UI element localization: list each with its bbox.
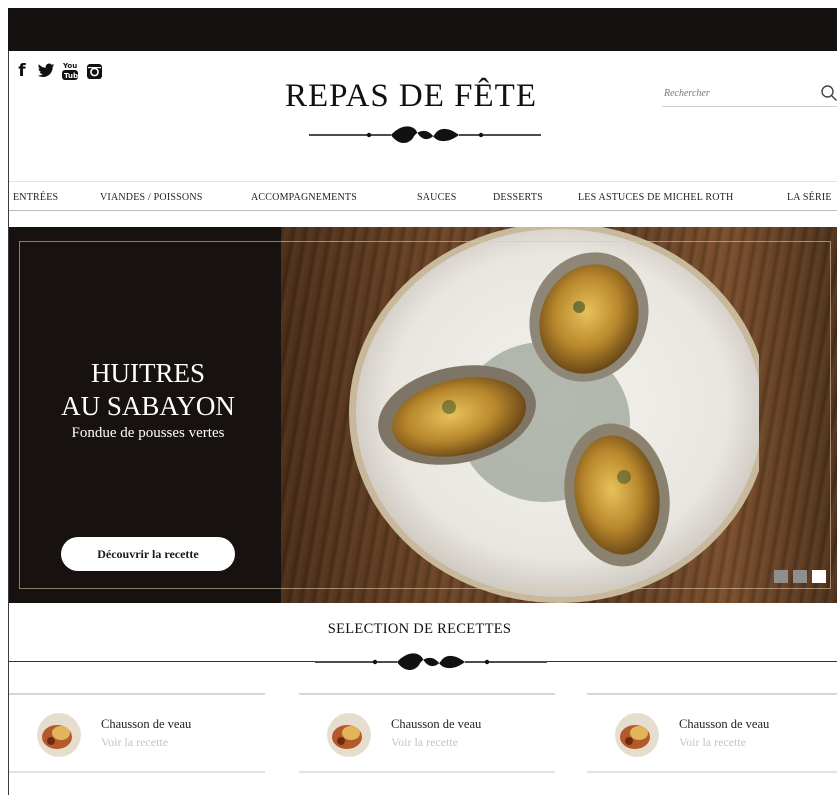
search-input[interactable] <box>662 81 812 105</box>
recipe-name[interactable]: Chausson de veau <box>101 717 191 732</box>
recipe-link[interactable]: Voir la recette <box>679 735 746 750</box>
card-divider <box>587 771 837 773</box>
page: f YouTube REPAS DE FÊTE ENTRÉES VIANDES … <box>8 51 837 795</box>
recipe-link[interactable]: Voir la recette <box>391 735 458 750</box>
nav-item-entrees[interactable]: ENTRÉES <box>13 192 58 203</box>
carousel-indicators <box>774 570 826 583</box>
nav-item-viandes-poissons[interactable]: VIANDES / POISSONS <box>100 192 203 203</box>
search-box <box>662 81 837 107</box>
card-divider <box>299 693 555 695</box>
nav-item-desserts[interactable]: DESSERTS <box>493 192 543 203</box>
card-divider <box>587 693 837 695</box>
svg-text:You: You <box>62 62 77 70</box>
hero-title: HUITRES AU SABAYON <box>23 357 273 423</box>
recipe-card[interactable]: Chausson de veau Voir la recette <box>9 693 265 773</box>
recipe-thumbnail[interactable] <box>37 713 81 757</box>
card-divider <box>299 771 555 773</box>
carousel-dot-3[interactable] <box>812 570 826 583</box>
ornament-divider-icon <box>309 126 541 144</box>
hero-title-line1: HUITRES <box>91 358 205 388</box>
nav-item-accompagnements[interactable]: ACCOMPAGNEMENTS <box>251 192 357 203</box>
recipe-thumbnail[interactable] <box>615 713 659 757</box>
carousel-dot-2[interactable] <box>793 570 807 583</box>
top-bar <box>8 8 837 51</box>
card-divider <box>9 771 265 773</box>
ornament-divider-icon <box>315 649 547 675</box>
recipe-card[interactable]: Chausson de veau Voir la recette <box>587 693 837 773</box>
recipe-name[interactable]: Chausson de veau <box>679 717 769 732</box>
hero-carousel: HUITRES AU SABAYON Fondue de pousses ver… <box>9 227 837 603</box>
nav-item-la-serie[interactable]: LA SÉRIE <box>787 192 832 203</box>
main-nav: ENTRÉES VIANDES / POISSONS ACCOMPAGNEMEN… <box>9 181 837 211</box>
nav-item-sauces[interactable]: SAUCES <box>417 192 457 203</box>
oysters-plate-image <box>349 227 759 603</box>
section-title: SELECTION DE RECETTES <box>327 621 512 637</box>
search-icon[interactable] <box>820 84 837 102</box>
carousel-dot-1[interactable] <box>774 570 788 583</box>
recipe-thumbnail[interactable] <box>327 713 371 757</box>
recipe-name[interactable]: Chausson de veau <box>391 717 481 732</box>
recipe-link[interactable]: Voir la recette <box>101 735 168 750</box>
discover-recipe-button[interactable]: Découvrir la recette <box>61 537 235 571</box>
recipe-card[interactable]: Chausson de veau Voir la recette <box>299 693 555 773</box>
page-left-margin <box>0 0 8 795</box>
hero-subtitle: Fondue de pousses vertes <box>71 425 225 441</box>
hero-title-line2: AU SABAYON <box>61 391 235 421</box>
nav-item-astuces[interactable]: LES ASTUCES DE MICHEL ROTH <box>578 192 733 203</box>
card-divider <box>9 693 265 695</box>
